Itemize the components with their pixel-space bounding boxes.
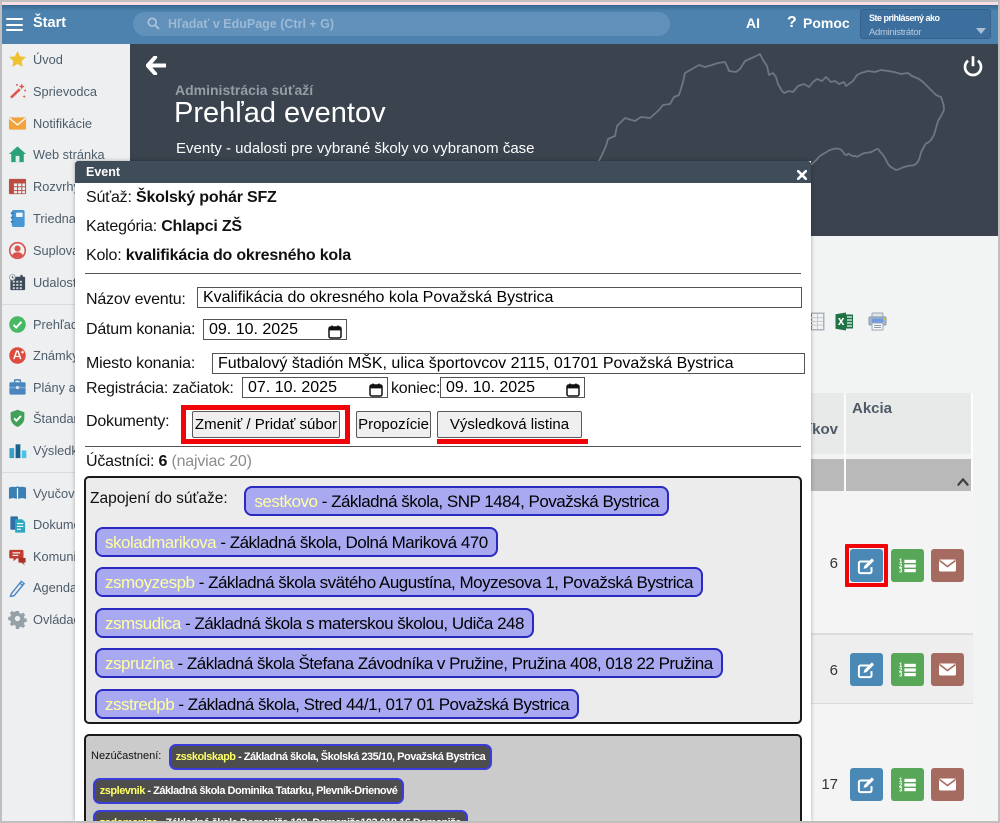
svg-text:3: 3 (899, 568, 903, 574)
svg-text:3: 3 (899, 787, 903, 793)
svg-text:3: 3 (899, 672, 903, 678)
